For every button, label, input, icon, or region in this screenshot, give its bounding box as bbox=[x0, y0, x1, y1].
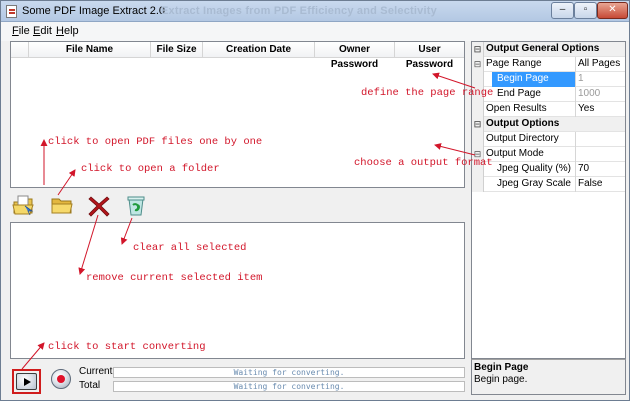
table-header-select[interactable] bbox=[11, 42, 29, 58]
open-pdf-button[interactable] bbox=[12, 193, 36, 217]
red-x-icon bbox=[88, 196, 110, 217]
annotation-remove-item: remove current selected item bbox=[86, 272, 263, 284]
prop-jpeg-gray-scale[interactable]: Jpeg Gray Scale False bbox=[472, 177, 625, 192]
title-bar[interactable]: Some PDF Image Extract 2.0 Extract Image… bbox=[1, 1, 629, 22]
prop-name: Page Range bbox=[486, 58, 542, 69]
collapse-general-toggle[interactable]: ⊟ bbox=[472, 42, 484, 57]
open-pdf-icon bbox=[12, 195, 34, 216]
description-title: Begin Page bbox=[474, 362, 529, 373]
prop-value[interactable]: 1 bbox=[578, 73, 584, 84]
prop-name: End Page bbox=[497, 88, 541, 99]
table-header-file-size[interactable]: File Size bbox=[151, 42, 203, 58]
property-description: Begin Page Begin page. bbox=[471, 359, 626, 395]
remove-item-button[interactable] bbox=[87, 194, 111, 218]
prop-jpeg-quality[interactable]: Jpeg Quality (%) 70 bbox=[472, 162, 625, 177]
table-header-owner-password[interactable]: Owner Password bbox=[315, 42, 395, 70]
window-title: Some PDF Image Extract 2.0 bbox=[22, 5, 166, 17]
minimize-button[interactable]: – bbox=[551, 2, 574, 19]
annotation-choose-format: choose a output format bbox=[354, 157, 493, 169]
total-progress-label: Total bbox=[79, 380, 101, 391]
annotation-start-converting: click to start converting bbox=[48, 341, 206, 353]
total-progress-bar: Waiting for converting. bbox=[113, 381, 465, 392]
close-button[interactable]: ✕ bbox=[597, 2, 628, 19]
prop-value[interactable]: Yes bbox=[578, 103, 594, 114]
open-folder-button[interactable] bbox=[50, 193, 74, 217]
prop-name: Begin Page bbox=[497, 73, 549, 84]
category-label: Output Options bbox=[486, 118, 560, 129]
description-text: Begin page. bbox=[474, 374, 528, 385]
prop-open-results[interactable]: Open Results Yes bbox=[472, 102, 625, 117]
prop-begin-page[interactable]: Begin Page 1 bbox=[472, 72, 625, 87]
menu-bar: File Edit Help bbox=[1, 22, 629, 41]
annotation-define-range: define the page range bbox=[361, 87, 494, 99]
menu-edit[interactable]: Edit bbox=[33, 25, 52, 37]
recycle-bin-icon bbox=[127, 196, 145, 216]
menu-help[interactable]: Help bbox=[56, 25, 79, 37]
prop-page-range[interactable]: ⊟ Page Range All Pages bbox=[472, 57, 625, 72]
app-icon bbox=[6, 5, 17, 18]
prop-name: Jpeg Quality (%) bbox=[497, 163, 571, 174]
annotation-open-pdf: click to open PDF files one by one bbox=[48, 136, 263, 148]
category-output-options[interactable]: ⊟ Output Options bbox=[472, 117, 625, 132]
prop-name: Output Directory bbox=[486, 133, 559, 144]
start-button-highlight bbox=[12, 369, 41, 394]
menu-file[interactable]: File bbox=[12, 25, 30, 37]
annotation-open-folder: click to open a folder bbox=[81, 163, 220, 175]
prop-name: Jpeg Gray Scale bbox=[497, 178, 571, 189]
prop-end-page[interactable]: End Page 1000 bbox=[472, 87, 625, 102]
prop-name: Open Results bbox=[486, 103, 547, 114]
current-progress-bar: Waiting for converting. bbox=[113, 367, 465, 378]
table-header-file-name[interactable]: File Name bbox=[29, 42, 151, 58]
start-converting-button[interactable] bbox=[16, 373, 37, 390]
prop-value[interactable]: 70 bbox=[578, 163, 589, 174]
clear-all-button[interactable] bbox=[124, 193, 148, 217]
table-header-user-password[interactable]: User Password bbox=[395, 42, 464, 70]
prop-output-directory[interactable]: Output Directory bbox=[472, 132, 625, 147]
table-header-creation-date[interactable]: Creation Date bbox=[203, 42, 315, 58]
maximize-button[interactable]: ▫ bbox=[574, 2, 597, 19]
window-subtitle: Extract Images from PDF Efficiency and S… bbox=[161, 5, 437, 17]
prop-output-mode[interactable]: ⊟ Output Mode bbox=[472, 147, 625, 162]
prop-value[interactable]: False bbox=[578, 178, 602, 189]
collapse-output-toggle[interactable]: ⊟ bbox=[472, 117, 484, 132]
category-label: Output General Options bbox=[486, 43, 600, 54]
folder-icon bbox=[51, 198, 73, 214]
stop-converting-button[interactable] bbox=[51, 369, 71, 389]
category-output-general-options[interactable]: ⊟ Output General Options bbox=[472, 42, 625, 57]
current-progress-label: Current bbox=[79, 366, 113, 377]
options-property-grid[interactable]: ⊟ Output General Options ⊟ Page Range Al… bbox=[471, 41, 626, 359]
prop-value[interactable]: 1000 bbox=[578, 88, 600, 99]
annotation-clear-all: clear all selected bbox=[133, 242, 247, 254]
prop-name: Output Mode bbox=[486, 148, 544, 159]
prop-value[interactable]: All Pages bbox=[578, 58, 620, 69]
collapse-page-range-toggle[interactable]: ⊟ bbox=[472, 57, 484, 72]
